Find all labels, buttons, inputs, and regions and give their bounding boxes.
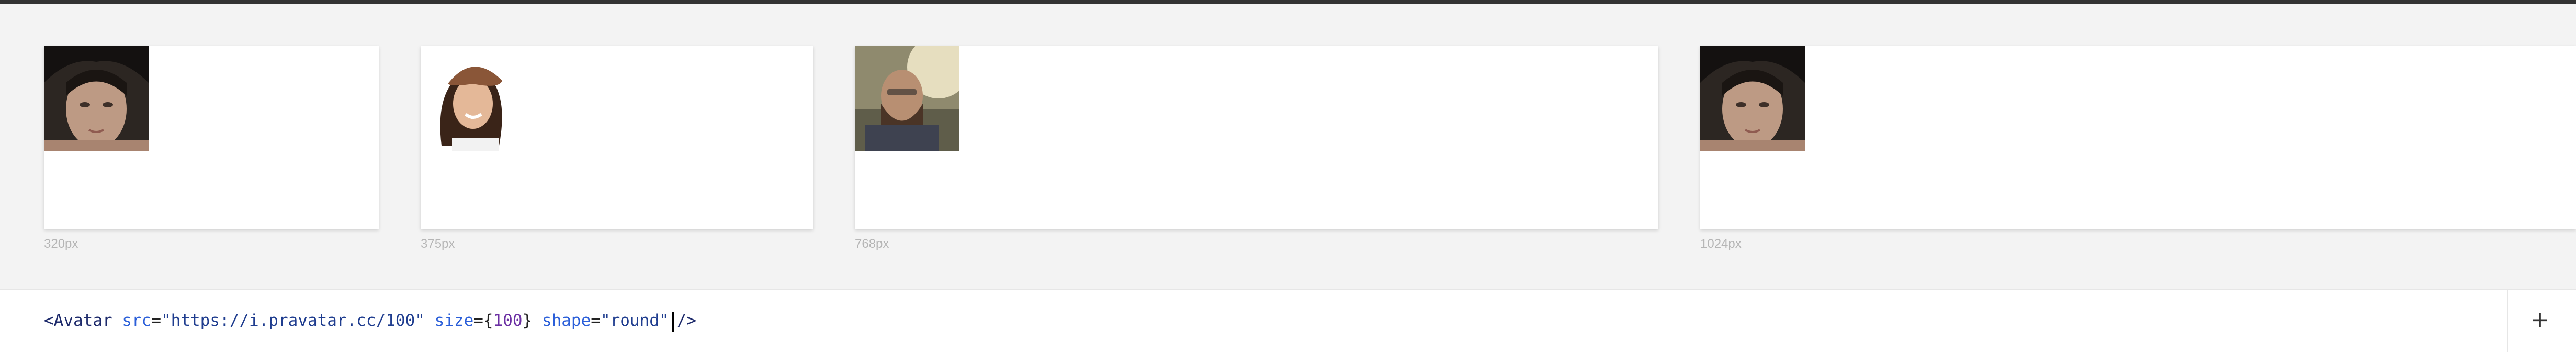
code-src-value: "https://i.pravatar.cc/100"	[161, 311, 425, 330]
avatar-image	[44, 46, 149, 151]
avatar-image	[855, 46, 959, 151]
text-cursor	[672, 311, 674, 332]
preview-frame-1024	[1700, 46, 2576, 229]
plus-icon: +	[2530, 306, 2550, 333]
preview-area: 320px 375px 768px 1024px	[0, 4, 2576, 289]
code-equals: =	[473, 311, 483, 330]
code-attr-shape: shape	[541, 311, 591, 330]
code-line[interactable]: <Avatar src="https://i.pravatar.cc/100" …	[44, 308, 696, 333]
frame-width-label: 375px	[421, 237, 455, 251]
code-brace-open: {	[483, 311, 493, 330]
code-brace-close: }	[522, 311, 533, 330]
code-editor[interactable]: <Avatar src="https://i.pravatar.cc/100" …	[0, 289, 2576, 352]
code-tag-open: <Avatar	[44, 311, 112, 330]
avatar-image	[421, 46, 525, 151]
preview-frame-768	[855, 46, 1658, 229]
code-attr-src: src	[122, 311, 152, 330]
preview-frame-320	[44, 46, 379, 229]
code-tag-close: />	[676, 311, 696, 330]
top-bar	[0, 0, 2576, 4]
code-attr-size: size	[434, 311, 474, 330]
editor-divider	[2507, 290, 2508, 352]
preview-frame-375	[421, 46, 813, 229]
avatar-image	[1700, 46, 1805, 151]
code-equals: =	[591, 311, 601, 330]
code-equals: =	[151, 311, 161, 330]
frame-width-label: 1024px	[1700, 237, 1742, 251]
frame-width-label: 320px	[44, 237, 78, 251]
add-button[interactable]: +	[2526, 306, 2554, 334]
frame-width-label: 768px	[855, 237, 889, 251]
code-shape-value: "round"	[600, 311, 669, 330]
code-size-value: 100	[493, 311, 523, 330]
